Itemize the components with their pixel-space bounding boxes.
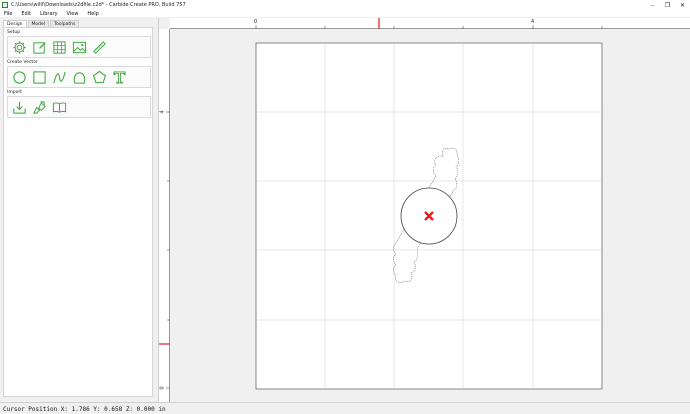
- tab-design[interactable]: Design: [3, 20, 27, 27]
- design-canvas[interactable]: [170, 29, 690, 402]
- app-logo-icon: [2, 2, 8, 8]
- ruler-left-label-0: 0: [159, 386, 166, 390]
- canvas-drawing: [255, 42, 603, 390]
- create-vector-tools: [7, 66, 151, 88]
- app-window: C:\Users\willf\Downloads\z2dfile.c2d* - …: [0, 0, 690, 414]
- import-icon: [13, 101, 26, 114]
- image-button[interactable]: [71, 39, 88, 56]
- polygon-icon: [92, 70, 107, 83]
- image-icon: [72, 41, 87, 53]
- edit-vector-button[interactable]: [31, 39, 48, 56]
- window-controls: – ❐ ✕: [645, 0, 690, 10]
- library-book-icon: [52, 102, 67, 113]
- menu-edit[interactable]: Edit: [21, 11, 31, 17]
- close-button[interactable]: ✕: [675, 0, 690, 10]
- job-setup-button[interactable]: [11, 39, 28, 56]
- horizontal-ruler: 0 4: [170, 18, 690, 29]
- edit-vector-icon: [33, 41, 46, 54]
- menu-bar: File Edit Library View Help: [0, 10, 690, 17]
- group-import: Import: [7, 90, 151, 118]
- rectangle-button[interactable]: [31, 69, 48, 86]
- design-panel: Setup Create Vector Import: [3, 27, 153, 397]
- group-create-vector: Create Vector: [7, 60, 151, 88]
- cursor-position-readout: Cursor Position X: 1.786 Y: 0.658 Z: 0.0…: [3, 406, 166, 413]
- vertical-ruler-ticks: [159, 111, 170, 389]
- import-tools: [7, 96, 151, 118]
- tab-model[interactable]: Model: [27, 20, 50, 27]
- polygon-button[interactable]: [91, 69, 108, 86]
- text-button[interactable]: [111, 69, 128, 86]
- horizontal-ruler-ticks: [255, 18, 603, 29]
- group-setup: Setup: [7, 30, 151, 58]
- menu-library[interactable]: Library: [40, 11, 57, 17]
- circle-icon: [13, 70, 26, 84]
- grid-button[interactable]: [51, 39, 68, 56]
- rectangle-icon: [33, 70, 46, 84]
- panel-tabs: Design Model Toolpaths: [3, 20, 80, 27]
- curve-button[interactable]: [51, 69, 68, 86]
- library-button[interactable]: [51, 99, 68, 116]
- curve-icon: [53, 71, 66, 83]
- status-bar: Cursor Position X: 1.786 Y: 0.658 Z: 0.0…: [0, 402, 690, 414]
- import-svg-button[interactable]: [31, 99, 48, 116]
- job-setup-gear-icon: [13, 40, 26, 54]
- setup-tools: [7, 36, 151, 58]
- window-title: C:\Users\willf\Downloads\z2dfile.c2d* - …: [11, 2, 186, 8]
- maximize-button[interactable]: ❐: [660, 0, 675, 10]
- title-bar: C:\Users\willf\Downloads\z2dfile.c2d* - …: [0, 0, 690, 10]
- ruler-top-label-0: 0: [254, 19, 258, 25]
- left-panel: Design Model Toolpaths Setup Create Vect…: [0, 18, 155, 402]
- circle-button[interactable]: [11, 69, 28, 86]
- vertical-ruler: 4 0: [159, 29, 170, 402]
- menu-view[interactable]: View: [67, 11, 79, 17]
- ruler-left-label-4: 4: [159, 110, 166, 114]
- import-svg-icon: [33, 100, 46, 114]
- ruler-top-label-4: 4: [531, 19, 535, 25]
- tab-toolpaths[interactable]: Toolpaths: [50, 20, 80, 27]
- polyline-icon: [73, 71, 86, 84]
- menu-help[interactable]: Help: [87, 11, 98, 17]
- import-button[interactable]: [11, 99, 28, 116]
- minimize-button[interactable]: –: [645, 0, 660, 10]
- polyline-button[interactable]: [71, 69, 88, 86]
- grid-icon: [53, 40, 66, 54]
- text-icon: [113, 70, 126, 84]
- ruler-button[interactable]: [91, 39, 108, 56]
- menu-file[interactable]: File: [4, 11, 12, 17]
- ruler-icon: [93, 40, 106, 54]
